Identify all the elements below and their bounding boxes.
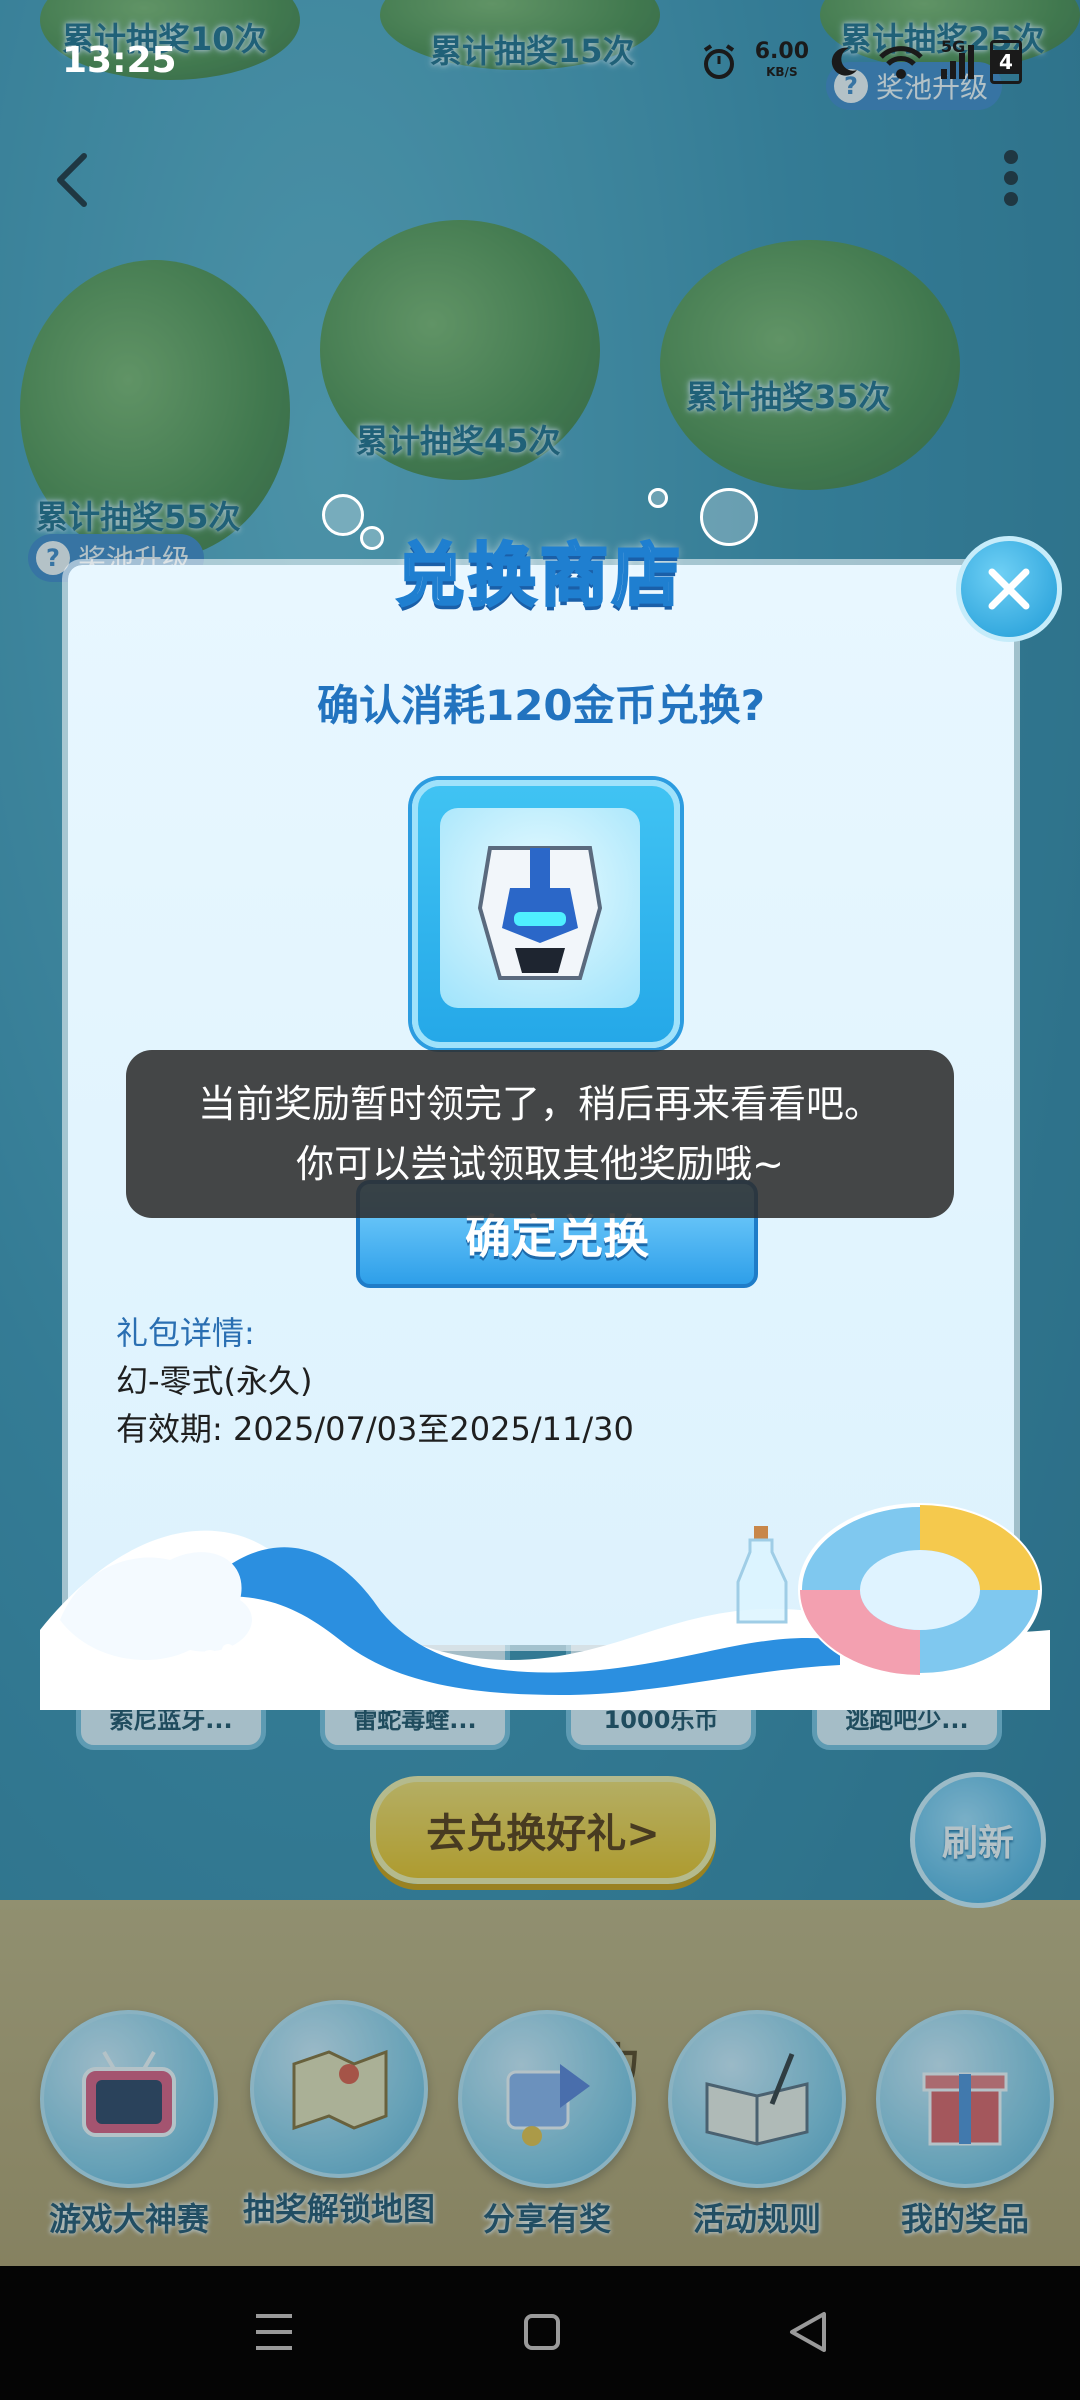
status-time: 13:25 [62,40,177,81]
confirm-question: 确认消耗120金币兑换? [316,681,766,730]
bubble-decoration [700,488,758,546]
system-nav-bar [0,2266,1080,2400]
close-icon [988,568,1030,610]
menu-icon[interactable] [254,2310,294,2354]
alarm-icon [703,44,734,79]
swim-ring-icon [798,1503,1042,1677]
battery-level: 4 [993,50,1019,74]
moon-icon [831,47,857,76]
back-icon[interactable] [786,2310,830,2354]
bubble-decoration [648,488,668,508]
bubble-decoration [322,494,364,536]
toast-line-1: 当前奖励暂时领完了，稍后再来看看吧。 [197,1082,882,1126]
net-speed-value: 6.00 [754,39,809,64]
wifi-icon [879,46,923,79]
home-icon[interactable] [522,2310,562,2354]
net-speed: 6.00 KB/S [754,39,809,82]
toast-line-2: 你可以尝试领取其他奖励哦~ [296,1142,784,1186]
status-bar: 13:25 6.00 KB/S 5G 4 [0,30,1080,90]
status-icons: 6.00 KB/S 5G 4 [699,37,1022,84]
signal-icon: 5G [941,37,974,79]
toast-message: 当前奖励暂时领完了，稍后再来看看吧。 你可以尝试领取其他奖励哦~ [126,1050,954,1218]
close-button[interactable] [956,536,1062,642]
battery-icon: 4 [990,40,1022,84]
net-speed-unit: KB/S [766,65,798,79]
signal-type: 5G [941,37,966,56]
gift-details-title: 礼包详情: [116,1314,255,1352]
dialog-title: 兑换商店 [394,536,684,618]
bottle-icon [736,1526,788,1624]
reward-item-frame [412,780,680,1048]
gift-item-name: 幻-零式(永久) [116,1362,313,1400]
gift-validity: 有效期: 2025/07/03至2025/11/30 [116,1410,634,1448]
robot-avatar-icon [440,808,640,1008]
